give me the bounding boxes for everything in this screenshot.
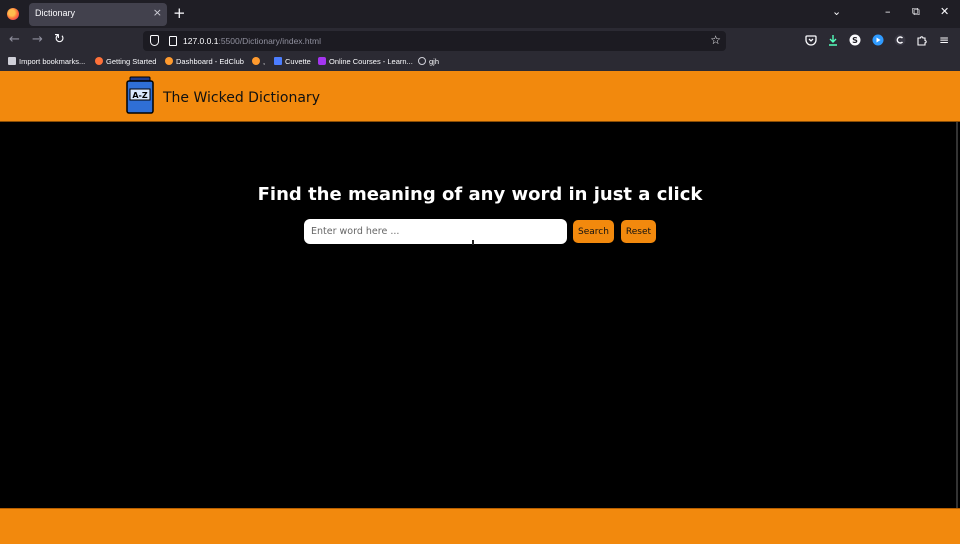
word-search-input[interactable] [304,219,567,244]
extensions-puzzle-icon[interactable] [916,34,928,46]
bookmarks-toolbar: Import bookmarks... Getting Started Dash… [0,54,960,71]
bookmark-label: , [263,57,266,66]
minimize-icon[interactable]: – [885,5,891,18]
url-text[interactable]: 127.0.0.1:5500/Dictionary/index.html [183,36,321,46]
restore-icon[interactable]: ⧉ [912,5,920,19]
bookmark-edclub-2[interactable]: , [252,57,265,66]
page-info-icon[interactable] [169,36,177,46]
globe-icon [418,57,426,65]
tracking-protection-shield-icon[interactable] [150,35,159,46]
mouse-cursor [472,240,474,245]
reset-button[interactable]: Reset [621,220,656,243]
url-path: :5500/Dictionary/index.html [218,36,321,46]
edclub-icon [252,57,260,65]
search-button[interactable]: Search [573,220,614,243]
bookmark-dashboard-edclub[interactable]: Dashboard - EdClub [165,57,244,66]
site-title: The Wicked Dictionary [163,90,320,106]
firefox-icon [95,57,103,65]
pocket-icon[interactable] [805,34,817,46]
edclub-icon [165,57,173,65]
forward-button[interactable]: → [32,33,43,47]
bookmark-label: Import bookmarks... [19,57,86,66]
list-all-tabs-icon[interactable]: ⌄ [832,5,841,18]
import-icon [8,57,16,65]
bookmark-gjh[interactable]: gjh [418,57,439,66]
back-button[interactable]: ← [9,33,20,47]
udemy-icon [318,57,326,65]
bookmark-getting-started[interactable]: Getting Started [95,57,156,66]
address-bar[interactable]: 127.0.0.1:5500/Dictionary/index.html ☆ [143,31,726,51]
cuvette-icon [274,57,282,65]
dictionary-book-logo-icon: A-Z [126,76,154,114]
svg-text:S: S [852,36,858,45]
main-content: Find the meaning of any word in just a c… [0,122,958,508]
browser-tab-dictionary[interactable]: Dictionary × [29,3,167,26]
site-header: A-Z The Wicked Dictionary [0,71,960,122]
bookmark-import[interactable]: Import bookmarks... [8,57,85,66]
page-headline: Find the meaning of any word in just a c… [257,184,703,205]
bookmark-label: Cuvette [285,57,311,66]
bookmark-label: Dashboard - EdClub [176,57,244,66]
extension-c-icon[interactable] [894,34,906,46]
reload-button[interactable]: ↻ [54,33,65,47]
close-window-icon[interactable]: ✕ [940,5,949,18]
url-host: 127.0.0.1 [183,36,219,46]
logo-text: A-Z [132,91,148,100]
bookmark-label: Getting Started [106,57,157,66]
extension-s-icon[interactable]: S [849,34,861,46]
tab-close-icon[interactable]: × [153,6,162,19]
app-menu-icon[interactable]: ≡ [939,33,949,47]
bookmark-cuvette[interactable]: Cuvette [274,57,311,66]
bookmark-star-icon[interactable]: ☆ [710,33,721,47]
browser-nav-bar: ← → ↻ 127.0.0.1:5500/Dictionary/index.ht… [0,28,960,54]
bookmark-label: Online Courses - Learn... [329,57,413,66]
extension-play-icon[interactable] [872,34,884,46]
site-footer [0,508,960,544]
tab-title: Dictionary [35,8,76,18]
new-tab-button[interactable]: + [173,4,186,22]
downloads-icon[interactable] [827,34,839,46]
browser-tab-bar: Dictionary × + ⌄ – ⧉ ✕ [0,0,960,28]
firefox-logo-icon [7,8,19,20]
bookmark-label: gjh [429,57,440,66]
bookmark-online-courses[interactable]: Online Courses - Learn... [318,57,413,66]
